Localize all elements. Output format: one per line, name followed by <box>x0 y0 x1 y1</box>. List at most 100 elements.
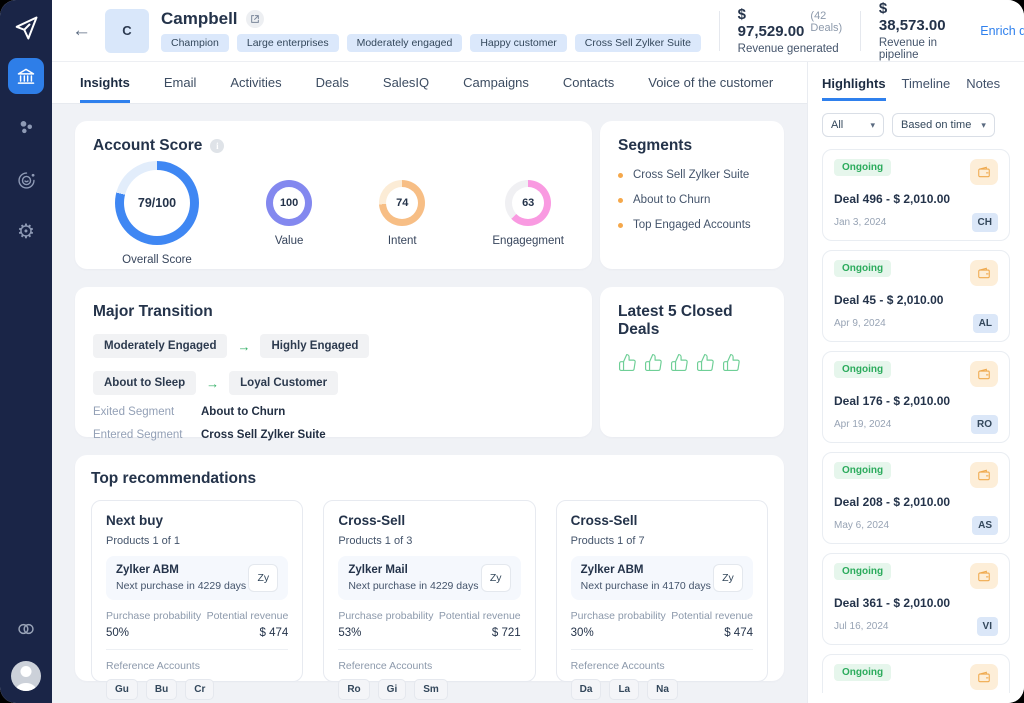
filter-all-select[interactable]: All▾ <box>822 113 884 137</box>
open-external-icon[interactable] <box>246 10 264 28</box>
highlights-panel: Highlights Timeline Notes All▾ Based on … <box>808 62 1024 703</box>
reference-account-chip[interactable]: Bu <box>146 679 177 700</box>
tab-timeline[interactable]: Timeline <box>902 76 951 101</box>
linked-rings-icon <box>15 618 37 640</box>
purchase-probability: Purchase probability 53% <box>338 610 433 639</box>
tab-campaigns[interactable]: Campaigns <box>463 62 529 103</box>
transition-row: About to Sleep → Loyal Customer <box>93 371 574 395</box>
reference-account-chip[interactable]: La <box>609 679 639 700</box>
thumbs-up-icon <box>696 353 715 372</box>
reference-account-chip[interactable]: Gi <box>378 679 407 700</box>
deal-card[interactable]: Ongoing Deal 208 - $ 2,010.00 May 6, 202… <box>822 452 1010 544</box>
revenue-generated-stat: $ 97,529.00 (42 Deals) Revenue generated <box>738 6 843 55</box>
segments-dots-icon <box>16 118 36 138</box>
major-transition-card: Major Transition Moderately Engaged → Hi… <box>75 287 592 437</box>
divider <box>719 11 720 51</box>
account-name: Campbell <box>161 9 238 29</box>
tab-salesiq[interactable]: SalesIQ <box>383 62 429 103</box>
segments-card: Segments Cross Sell Zylker Suite About t… <box>600 121 784 269</box>
sidebar-item-segments[interactable] <box>8 110 44 146</box>
thumbs-up-icon <box>618 353 637 372</box>
engagement-score-donut: 63 Engagegment <box>492 180 564 247</box>
closed-deals-title: Latest 5 Closed Deals <box>618 303 766 339</box>
deal-card[interactable]: Ongoing Deal 496 - $ 2,010.00 Jan 3, 202… <box>822 149 1010 241</box>
tab-deals[interactable]: Deals <box>316 62 349 103</box>
product-row[interactable]: Zylker Mail Next purchase in 4229 days Z… <box>338 556 520 600</box>
gear-icon: ⚙ <box>17 222 35 242</box>
panel-tabs: Highlights Timeline Notes <box>822 76 1010 101</box>
tag-chip: Moderately engaged <box>347 34 463 52</box>
tab-activities[interactable]: Activities <box>230 62 281 103</box>
sidebar-item-accounts[interactable] <box>8 58 44 94</box>
tag-chip: Cross Sell Zylker Suite <box>575 34 701 52</box>
deal-date: Jan 3, 2024 <box>834 217 886 228</box>
potential-revenue: Potential revenue $ 721 <box>439 610 521 639</box>
status-badge: Ongoing <box>834 462 891 479</box>
reference-account-chip[interactable]: Cr <box>185 679 214 700</box>
value-score-donut: 100 Value <box>266 180 312 247</box>
deal-title: Deal 208 - $ 2,010.00 <box>834 495 998 509</box>
tab-voice-of-customer[interactable]: Voice of the customer <box>648 62 773 103</box>
wallet-icon <box>970 159 998 185</box>
tag-chip: Champion <box>161 34 229 52</box>
deal-card[interactable]: Ongoing Deal 350 - $ 2,010.00 Sep 8, 202… <box>822 654 1010 693</box>
product-row[interactable]: Zylker ABM Next purchase in 4229 days Zy <box>106 556 288 600</box>
account-avatar: C <box>105 9 149 53</box>
segment-item: Cross Sell Zylker Suite <box>618 169 766 181</box>
revenue-pipeline-stat: $ 38,573.00 Revenue in pipeline <box>879 0 946 61</box>
tab-email[interactable]: Email <box>164 62 197 103</box>
filter-time-select[interactable]: Based on time▾ <box>892 113 995 137</box>
deal-date: May 6, 2024 <box>834 520 889 531</box>
insights-dashboard: Account Score i 79/100 Overall Score <box>52 104 807 703</box>
chevron-down-icon: ▾ <box>870 120 875 131</box>
deal-title: Deal 361 - $ 2,010.00 <box>834 596 998 610</box>
transition-row: Moderately Engaged → Highly Engaged <box>93 334 574 358</box>
sidebar-item-integrations[interactable] <box>8 611 44 647</box>
enrich-data-link[interactable]: Enrich data <box>980 24 1024 38</box>
thumbs-up-row <box>618 353 766 372</box>
status-badge: Ongoing <box>834 159 891 176</box>
thumbs-up-icon <box>644 353 663 372</box>
revenue-stats: $ 97,529.00 (42 Deals) Revenue generated… <box>701 0 1024 61</box>
overall-score-donut: 79/100 Overall Score <box>115 161 199 266</box>
reference-account-chip[interactable]: Gu <box>106 679 138 700</box>
thumbs-up-icon <box>670 353 689 372</box>
revenue-pipeline-label: Revenue in pipeline <box>879 37 946 61</box>
deal-title: Deal 176 - $ 2,010.00 <box>834 394 998 408</box>
deal-card[interactable]: Ongoing Deal 176 - $ 2,010.00 Apr 19, 20… <box>822 351 1010 443</box>
top-recommendations-title: Top recommendations <box>91 470 768 488</box>
deal-card[interactable]: Ongoing Deal 45 - $ 2,010.00 Apr 9, 2024… <box>822 250 1010 342</box>
account-header: ← C Campbell Champion Large enterprises … <box>52 0 1024 62</box>
bullet-icon <box>618 223 623 228</box>
panel-filters: All▾ Based on time▾ <box>822 113 1010 137</box>
wallet-icon <box>970 361 998 387</box>
sidebar-item-customer[interactable] <box>8 162 44 198</box>
reference-account-chip[interactable]: Da <box>571 679 602 700</box>
user-avatar[interactable] <box>11 661 41 691</box>
tab-insights[interactable]: Insights <box>80 62 130 103</box>
wallet-icon <box>970 260 998 286</box>
deal-card[interactable]: Ongoing Deal 361 - $ 2,010.00 Jul 16, 20… <box>822 553 1010 645</box>
potential-revenue: Potential revenue $ 474 <box>671 610 753 639</box>
owner-initials-badge: AL <box>973 314 998 333</box>
reference-account-chip[interactable]: Na <box>647 679 678 700</box>
sidebar: ⚙ <box>0 0 52 703</box>
account-tags: Champion Large enterprises Moderately en… <box>161 34 701 52</box>
reference-accounts-label: Reference Accounts <box>571 660 753 672</box>
back-button[interactable]: ← <box>72 20 91 42</box>
reference-accounts-label: Reference Accounts <box>338 660 520 672</box>
sidebar-item-settings[interactable]: ⚙ <box>8 214 44 250</box>
deal-date: Jul 16, 2024 <box>834 621 889 632</box>
tab-notes[interactable]: Notes <box>966 76 1000 101</box>
info-icon[interactable]: i <box>210 139 224 153</box>
product-row[interactable]: Zylker ABM Next purchase in 4170 days Zy <box>571 556 753 600</box>
reference-account-chip[interactable]: Sm <box>414 679 448 700</box>
reference-account-chip[interactable]: Ro <box>338 679 369 700</box>
recommendation-next-buy: Next buy Products 1 of 1 Zylker ABM Next… <box>91 500 303 682</box>
reference-accounts-label: Reference Accounts <box>106 660 288 672</box>
account-score-card: Account Score i 79/100 Overall Score <box>75 121 592 269</box>
product-badge: Zy <box>713 564 743 592</box>
tab-highlights[interactable]: Highlights <box>822 76 886 101</box>
deal-title: Deal 45 - $ 2,010.00 <box>834 293 998 307</box>
tab-contacts[interactable]: Contacts <box>563 62 614 103</box>
